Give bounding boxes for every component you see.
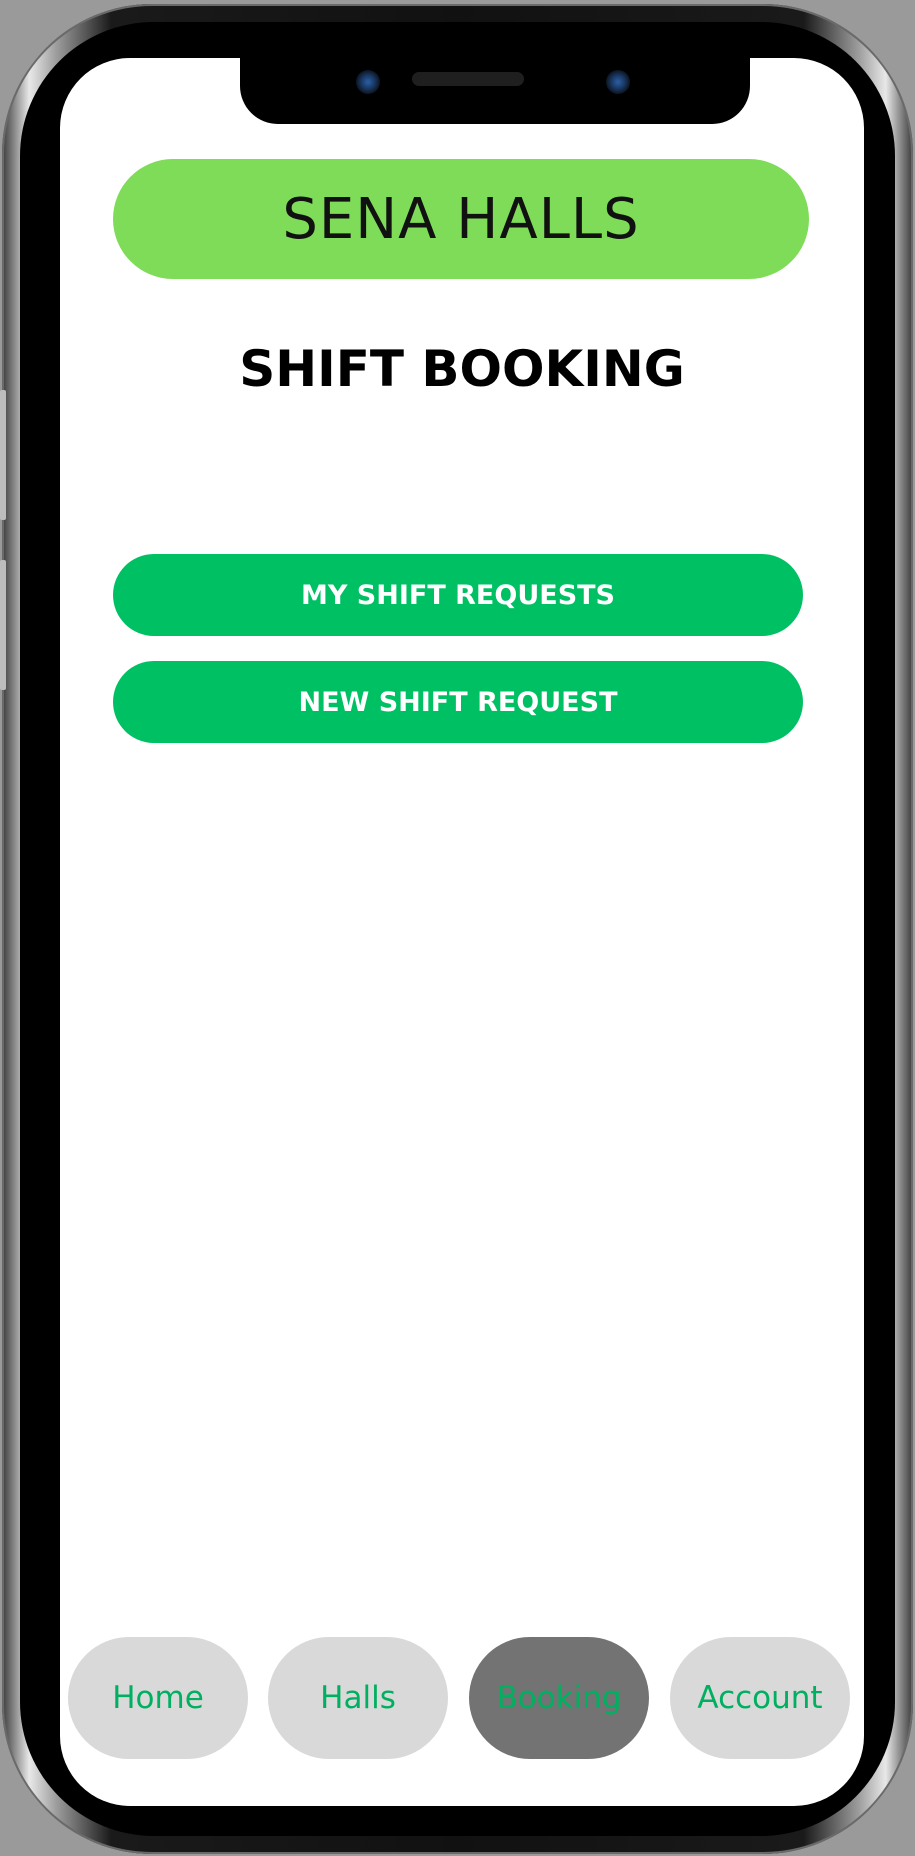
front-camera-icon xyxy=(356,70,380,94)
nav-item-home[interactable]: Home xyxy=(68,1637,248,1759)
nav-item-label: Account xyxy=(697,1680,823,1716)
phone-screen: SENA HALLS SHIFT BOOKING MY SHIFT REQUES… xyxy=(60,58,864,1806)
nav-item-label: Booking xyxy=(496,1680,622,1716)
page-title: SHIFT BOOKING xyxy=(239,340,685,398)
nav-item-booking[interactable]: Booking xyxy=(469,1637,649,1759)
brand-banner: SENA HALLS xyxy=(113,159,809,279)
nav-item-label: Home xyxy=(112,1680,204,1716)
new-shift-request-button[interactable]: NEW SHIFT REQUEST xyxy=(113,661,803,743)
brand-name: SENA HALLS xyxy=(282,186,640,252)
notch xyxy=(240,58,750,124)
bottom-nav: Home Halls Booking Account xyxy=(68,1637,858,1759)
nav-item-account[interactable]: Account xyxy=(670,1637,850,1759)
speaker-grille xyxy=(412,72,524,86)
new-shift-request-label: NEW SHIFT REQUEST xyxy=(298,686,618,718)
my-shift-requests-label: MY SHIFT REQUESTS xyxy=(300,579,616,611)
volume-up-button xyxy=(0,390,6,520)
nav-item-halls[interactable]: Halls xyxy=(268,1637,448,1759)
my-shift-requests-button[interactable]: MY SHIFT REQUESTS xyxy=(113,554,803,636)
nav-item-label: Halls xyxy=(320,1680,396,1716)
volume-down-button xyxy=(0,560,6,690)
sensor-icon xyxy=(606,70,630,94)
